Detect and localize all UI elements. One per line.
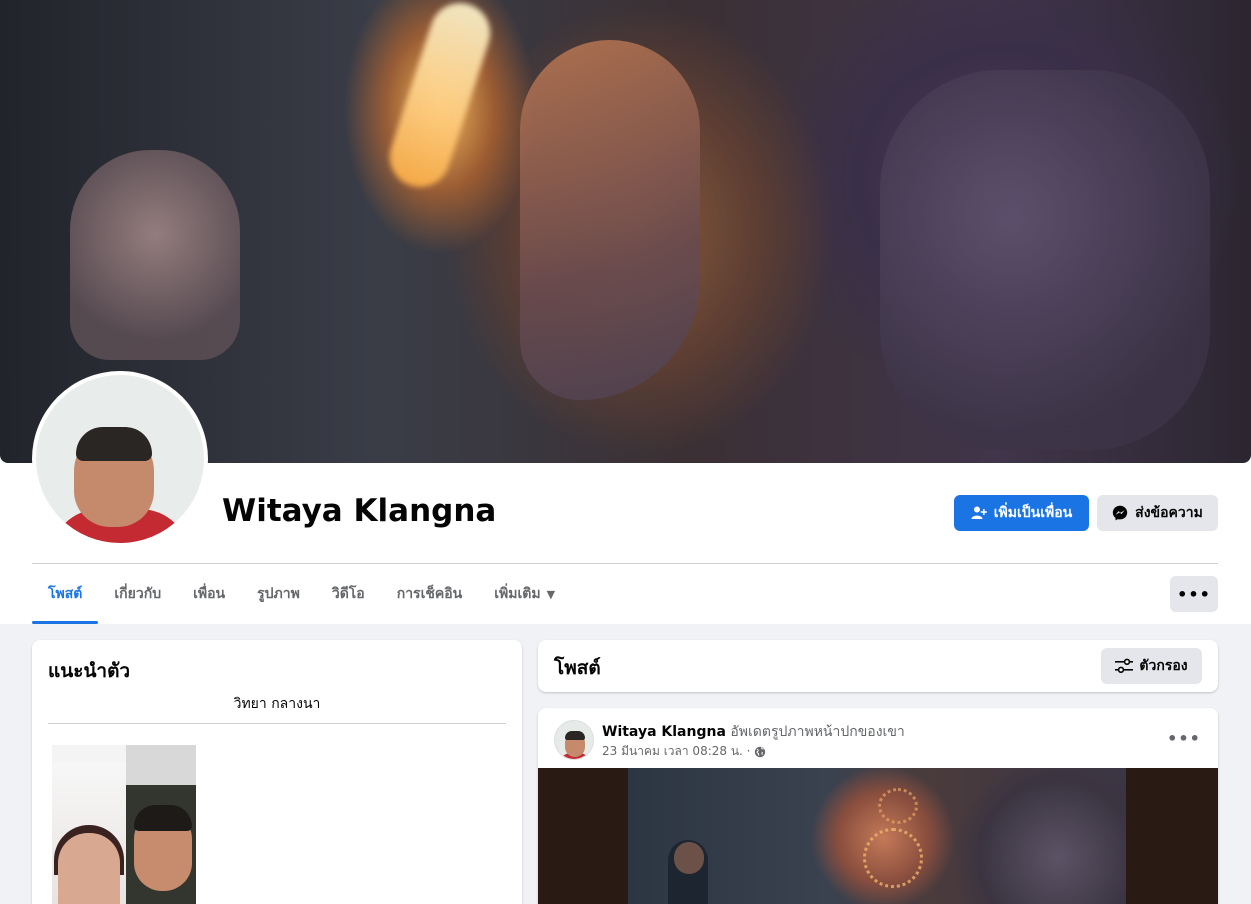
send-message-label: ส่งข้อความ <box>1135 505 1203 521</box>
filter-icon <box>1115 658 1134 673</box>
post-meta: 23 มีนาคม เวลา 08:28 น. · <box>602 742 766 761</box>
filter-button[interactable]: ตัวกรอง <box>1101 648 1202 684</box>
messenger-icon <box>1112 505 1128 521</box>
post-timestamp[interactable]: 23 มีนาคม เวลา 08:28 น. · <box>602 742 750 761</box>
post-header: Witaya Klangna อัพเดตรูปภาพหน้าปกของเขา <box>602 721 905 743</box>
posts-header-card: โพสต์ ตัวกรอง <box>538 640 1218 692</box>
profile-more-options-button[interactable]: ••• <box>1170 576 1218 612</box>
post-action-text: อัพเดตรูปภาพหน้าปกของเขา <box>730 724 905 740</box>
tab-videos[interactable]: วิดีโอ <box>316 564 381 624</box>
cover-photo[interactable] <box>0 0 1251 463</box>
add-friend-button[interactable]: เพิ่มเป็นเพื่อน <box>954 495 1089 531</box>
tab-more[interactable]: เพิ่มเติม ▼ <box>478 564 571 624</box>
tab-friends[interactable]: เพื่อน <box>177 564 241 624</box>
add-friend-icon <box>971 506 987 519</box>
profile-name: Witaya Klangna <box>222 493 497 529</box>
send-message-button[interactable]: ส่งข้อความ <box>1097 495 1218 531</box>
featured-photo <box>52 763 126 904</box>
add-friend-label: เพิ่มเป็นเพื่อน <box>993 505 1073 521</box>
featured-photos[interactable] <box>52 745 196 904</box>
tab-posts[interactable]: โพสต์ <box>32 564 99 624</box>
intro-bio: วิทยา กลางนา <box>233 696 321 712</box>
intro-divider <box>48 723 506 724</box>
globe-icon <box>755 746 766 757</box>
post-image[interactable] <box>538 768 1218 904</box>
caret-down-icon: ▼ <box>546 587 556 601</box>
intro-title: แนะนำตัว <box>48 660 131 682</box>
filter-label: ตัวกรอง <box>1139 658 1188 674</box>
post-options-button[interactable]: ••• <box>1166 722 1202 754</box>
profile-picture[interactable] <box>32 371 208 547</box>
tab-checkins[interactable]: การเช็คอิน <box>381 564 479 624</box>
more-dots-icon: ••• <box>1177 584 1211 604</box>
post-card: Witaya Klangna อัพเดตรูปภาพหน้าปกของเขา … <box>538 708 1218 904</box>
tab-more-label: เพิ่มเติม <box>494 586 541 602</box>
tab-about[interactable]: เกี่ยวกับ <box>98 564 177 624</box>
more-dots-icon: ••• <box>1167 728 1201 748</box>
post-author-name[interactable]: Witaya Klangna <box>602 724 726 740</box>
profile-header: Witaya Klangna เพิ่มเป็นเพื่อน ส่งข้อควา… <box>0 0 1251 624</box>
tab-photos[interactable]: รูปภาพ <box>241 564 316 624</box>
profile-tabs: โพสต์ เกี่ยวกับ เพื่อน รูปภาพ วิดีโอ การ… <box>32 564 571 624</box>
featured-photo <box>126 745 196 904</box>
post-author-avatar[interactable] <box>554 720 594 760</box>
posts-title: โพสต์ <box>554 657 601 679</box>
